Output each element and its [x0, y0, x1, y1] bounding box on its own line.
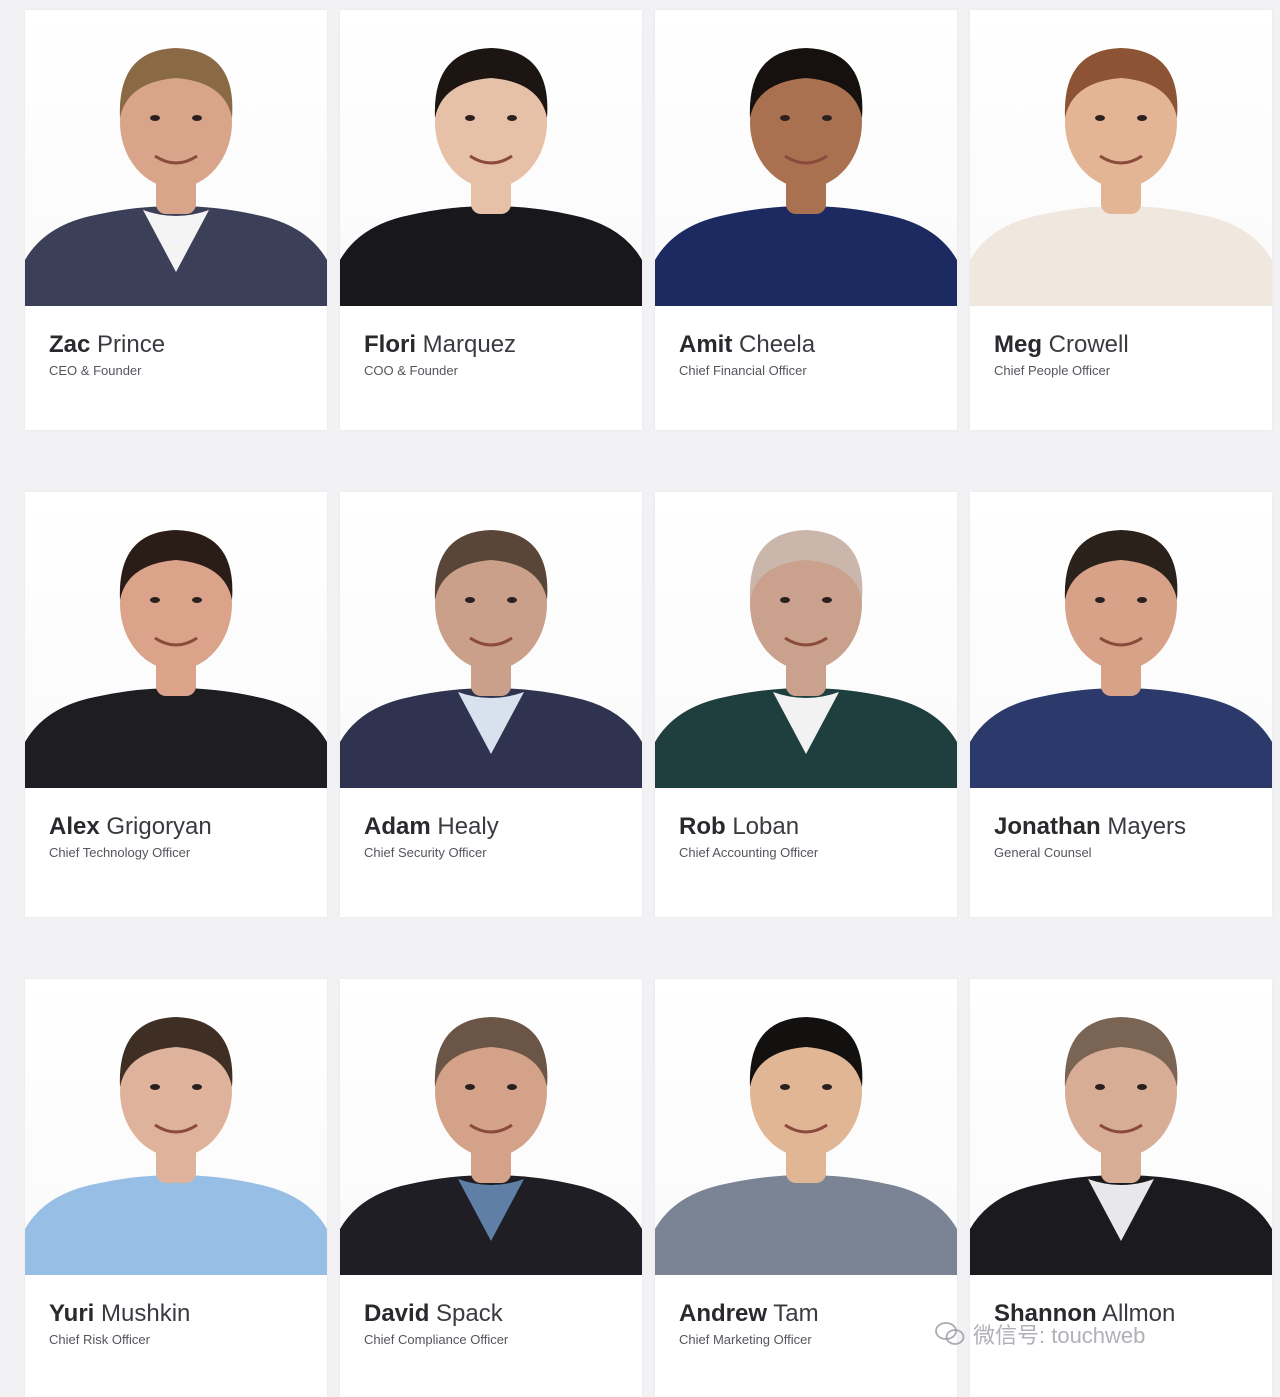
portrait-photo: [655, 492, 957, 788]
member-last-name: Crowell: [1048, 331, 1129, 358]
portrait-photo: [970, 979, 1272, 1275]
member-name: Jonathan Mayers: [994, 812, 1248, 842]
member-name: David Spack: [364, 1299, 618, 1329]
team-member-card[interactable]: Jonathan Mayers General Counsel: [970, 492, 1272, 917]
person-portrait: [340, 530, 642, 788]
member-last-name: Mushkin: [101, 1300, 191, 1327]
team-member-card[interactable]: Zac Prince CEO & Founder: [25, 10, 327, 430]
member-first-name: Zac: [49, 331, 91, 358]
member-last-name: Grigoryan: [106, 813, 212, 840]
team-grid: Zac Prince CEO & Founder Flori Marquez C…: [25, 10, 1272, 1397]
member-title: Chief Financial Officer: [679, 363, 807, 378]
member-name: Amit Cheela: [679, 330, 933, 360]
member-first-name: Shannon: [994, 1300, 1097, 1327]
team-member-card[interactable]: Yuri Mushkin Chief Risk Officer: [25, 979, 327, 1397]
member-first-name: Adam: [364, 813, 431, 840]
team-member-card[interactable]: Rob Loban Chief Accounting Officer: [655, 492, 957, 917]
team-member-card[interactable]: Andrew Tam Chief Marketing Officer: [655, 979, 957, 1397]
member-title: Chief Accounting Officer: [679, 845, 819, 860]
member-title: Chief People Officer: [994, 363, 1111, 378]
member-first-name: David: [364, 1300, 430, 1327]
team-member-card[interactable]: Alex Grigoryan Chief Technology Officer: [25, 492, 327, 917]
person-portrait: [340, 48, 642, 306]
member-first-name: Andrew: [679, 1300, 768, 1327]
portrait-photo: [25, 10, 327, 306]
person-portrait: [655, 530, 957, 788]
person-portrait: [970, 48, 1272, 306]
member-title: Chief Security Officer: [364, 845, 487, 860]
member-last-name: Mayers: [1107, 813, 1187, 840]
portrait-photo: [970, 10, 1272, 306]
member-name: Zac Prince: [49, 330, 303, 360]
member-last-name: Tam: [773, 1300, 819, 1327]
member-first-name: Amit: [679, 331, 733, 358]
member-title: Chief Compliance Officer: [364, 1332, 509, 1347]
member-name: Yuri Mushkin: [49, 1299, 303, 1329]
team-member-card[interactable]: Meg Crowell Chief People Officer: [970, 10, 1272, 430]
member-last-name: Spack: [436, 1300, 503, 1327]
member-name: Flori Marquez: [364, 330, 618, 360]
member-last-name: Loban: [732, 813, 800, 840]
member-first-name: Meg: [994, 331, 1042, 358]
portrait-photo: [655, 979, 957, 1275]
portrait-photo: [655, 10, 957, 306]
member-name: Adam Healy: [364, 812, 618, 842]
portrait-photo: [340, 10, 642, 306]
team-member-card[interactable]: Amit Cheela Chief Financial Officer: [655, 10, 957, 430]
team-member-card[interactable]: Flori Marquez COO & Founder: [340, 10, 642, 430]
member-title: Chief Risk Officer: [49, 1332, 150, 1347]
portrait-photo: [25, 492, 327, 788]
person-portrait: [655, 48, 957, 306]
member-last-name: Cheela: [739, 331, 816, 358]
member-first-name: Jonathan: [994, 813, 1101, 840]
member-title: General Counsel: [994, 845, 1092, 860]
person-portrait: [970, 1017, 1272, 1275]
portrait-photo: [970, 492, 1272, 788]
portrait-photo: [25, 979, 327, 1275]
person-portrait: [25, 1017, 327, 1275]
member-title: Chief Technology Officer: [49, 845, 191, 860]
team-member-card[interactable]: Adam Healy Chief Security Officer: [340, 492, 642, 917]
member-first-name: Alex: [49, 813, 100, 840]
member-last-name: Prince: [97, 331, 166, 358]
member-first-name: Yuri: [49, 1300, 95, 1327]
team-member-card[interactable]: David Spack Chief Compliance Officer: [340, 979, 642, 1397]
portrait-photo: [340, 979, 642, 1275]
person-portrait: [25, 530, 327, 788]
person-portrait: [25, 48, 327, 306]
member-title: Chief Marketing Officer: [679, 1332, 812, 1347]
member-last-name: Allmon: [1102, 1300, 1176, 1327]
member-first-name: Flori: [364, 331, 416, 358]
member-last-name: Marquez: [422, 331, 517, 358]
member-name: Rob Loban: [679, 812, 933, 842]
member-name: Shannon Allmon: [994, 1299, 1248, 1329]
team-member-card[interactable]: Shannon Allmon: [970, 979, 1272, 1397]
member-name: Alex Grigoryan: [49, 812, 303, 842]
person-portrait: [340, 1017, 642, 1275]
person-portrait: [655, 1017, 957, 1275]
member-title: CEO & Founder: [49, 363, 142, 378]
member-last-name: Healy: [437, 813, 499, 840]
person-portrait: [970, 530, 1272, 788]
member-title: COO & Founder: [364, 363, 458, 378]
portrait-photo: [340, 492, 642, 788]
member-name: Meg Crowell: [994, 330, 1248, 360]
member-name: Andrew Tam: [679, 1299, 933, 1329]
member-first-name: Rob: [679, 813, 726, 840]
